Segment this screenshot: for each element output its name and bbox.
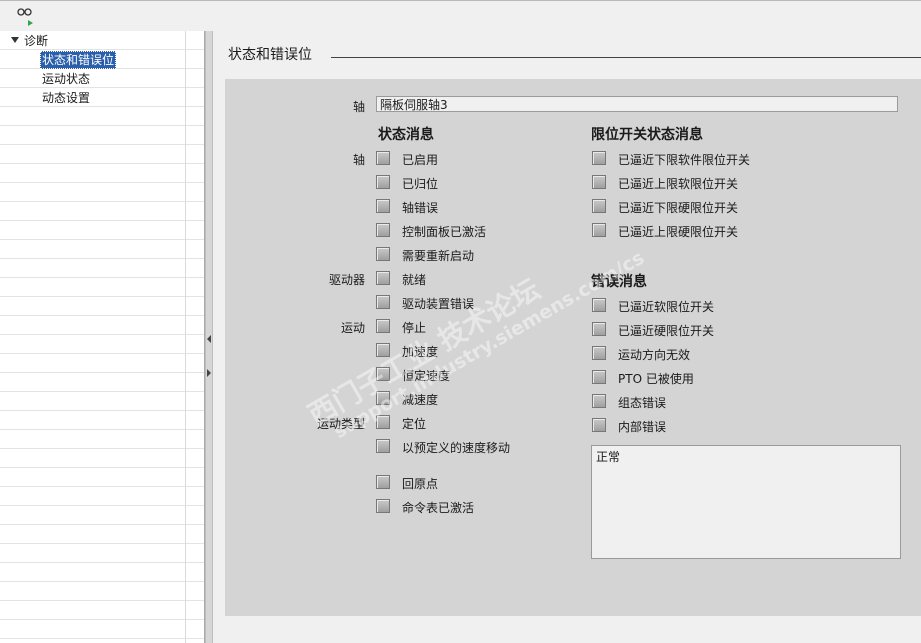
limit-item-label: 已逼近上限硬限位开关: [618, 225, 739, 239]
status-item-label: 驱动装置错误: [402, 297, 475, 311]
error-indicator: [592, 418, 606, 432]
go-online-icon[interactable]: [16, 7, 38, 27]
status-item-label: 就绪: [402, 273, 427, 287]
status-messages-heading: 状态消息: [378, 127, 434, 143]
limit-item-label: 已逼近下限软件限位开关: [618, 153, 751, 167]
title-divider: [331, 57, 921, 58]
content-area: 状态和错误位 轴 隔板伺服轴3 状态消息 轴 驱动器 运动 运动类型 已启用 已…: [213, 31, 921, 643]
error-message-box[interactable]: 正常: [591, 445, 901, 559]
status-indicator: [376, 151, 390, 165]
status-item-label: 控制面板已激活: [402, 225, 487, 239]
error-indicator: [592, 322, 606, 336]
status-indicator: [376, 415, 390, 429]
status-item-label: 命令表已激活: [402, 501, 475, 515]
status-item-label: 轴错误: [402, 201, 439, 215]
status-indicator: [376, 199, 390, 213]
status-item-label: 加速度: [402, 345, 439, 359]
error-indicator: [592, 394, 606, 408]
status-panel: 轴 隔板伺服轴3 状态消息 轴 驱动器 运动 运动类型 已启用 已归位 轴错误 …: [225, 79, 921, 616]
limit-switch-heading: 限位开关状态消息: [591, 127, 703, 143]
status-item-label: 需要重新启动: [402, 249, 475, 263]
error-item-label: 已逼近硬限位开关: [618, 324, 715, 338]
error-item-label: PTO 已被使用: [618, 372, 694, 386]
expand-right-icon[interactable]: [207, 369, 211, 377]
status-item-label: 以预定义的速度移动: [402, 441, 511, 455]
status-item-label: 已归位: [402, 177, 439, 191]
axis-field[interactable]: 隔板伺服轴3: [376, 96, 898, 112]
limit-indicator: [592, 151, 606, 165]
status-item-label: 停止: [402, 321, 427, 335]
status-indicator: [376, 247, 390, 261]
limit-indicator: [592, 199, 606, 213]
limit-indicator: [592, 223, 606, 237]
limit-item-label: 已逼近下限硬限位开关: [618, 201, 739, 215]
status-indicator: [376, 175, 390, 189]
group-label-drive: 驱动器: [328, 273, 365, 287]
error-indicator: [592, 346, 606, 360]
limit-item-label: 已逼近上限软限位开关: [618, 177, 739, 191]
status-indicator: [376, 499, 390, 513]
status-indicator: [376, 475, 390, 489]
status-item-label: 减速度: [402, 393, 439, 407]
status-indicator: [376, 439, 390, 453]
axis-label: 轴: [352, 100, 365, 114]
status-item-label: 回原点: [402, 477, 439, 491]
status-indicator: [376, 367, 390, 381]
status-indicator: [376, 343, 390, 357]
group-label-axis: 轴: [352, 153, 365, 167]
section-title: 状态和错误位: [228, 47, 312, 63]
status-indicator: [376, 319, 390, 333]
group-label-motion: 运动: [340, 321, 365, 335]
status-indicator: [376, 391, 390, 405]
tree-item-dynamic-settings[interactable]: 动态设置: [42, 89, 90, 107]
collapse-left-icon[interactable]: [207, 335, 211, 343]
error-indicator: [592, 298, 606, 312]
error-item-label: 已逼近软限位开关: [618, 300, 715, 314]
status-indicator: [376, 271, 390, 285]
splitter[interactable]: [205, 31, 213, 643]
expand-arrow-icon[interactable]: [11, 37, 19, 43]
status-item-label: 定位: [402, 417, 427, 431]
tree-item-motion-status[interactable]: 运动状态: [42, 70, 90, 88]
group-label-motion-type: 运动类型: [316, 417, 365, 431]
status-item-label: 已启用: [402, 153, 439, 167]
tree-item-status-error-bits[interactable]: 状态和错误位: [40, 51, 117, 69]
status-indicator: [376, 295, 390, 309]
limit-indicator: [592, 175, 606, 189]
error-item-label: 内部错误: [618, 420, 667, 434]
error-item-label: 组态错误: [618, 396, 667, 410]
status-item-label: 恒定速度: [402, 369, 451, 383]
error-indicator: [592, 370, 606, 384]
toolbar: [0, 0, 921, 32]
diagnostics-tree: 诊断 状态和错误位 运动状态 动态设置: [0, 31, 205, 643]
error-messages-heading: 错误消息: [591, 274, 647, 290]
tree-item-diagnostics[interactable]: 诊断: [24, 32, 48, 50]
error-item-label: 运动方向无效: [618, 348, 691, 362]
status-indicator: [376, 223, 390, 237]
